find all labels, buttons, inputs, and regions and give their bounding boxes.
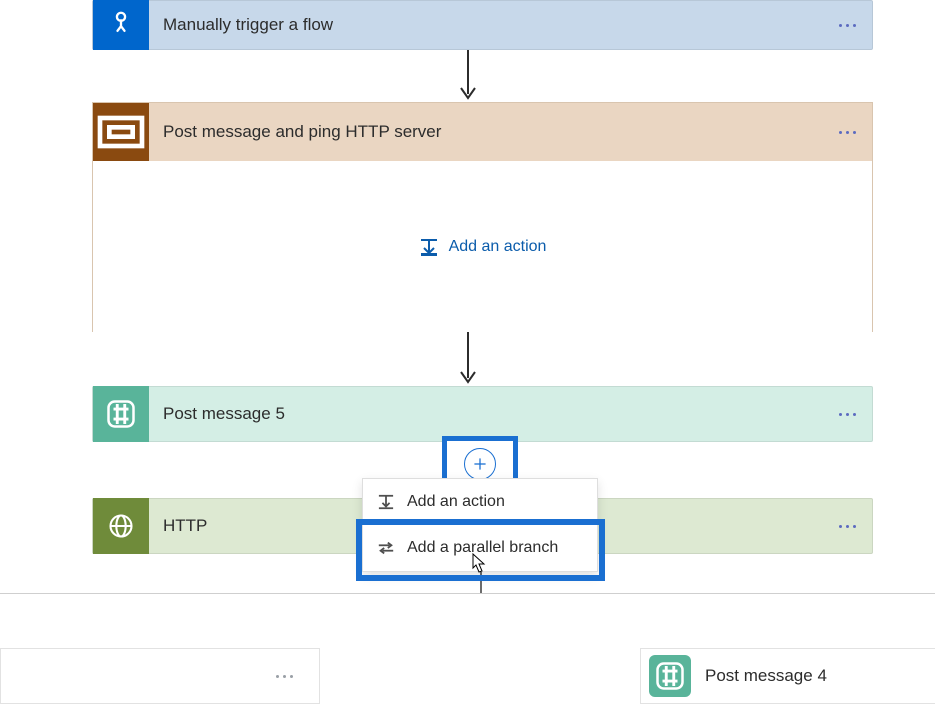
insert-icon xyxy=(377,494,395,510)
connector-arrow-icon xyxy=(453,50,483,102)
globe-icon xyxy=(93,498,149,554)
flow-canvas: Manually trigger a flow Post message and… xyxy=(0,0,935,693)
insert-icon xyxy=(419,238,439,256)
post-message-4-step[interactable]: Post message 4 xyxy=(640,648,935,704)
parallel-branch-icon xyxy=(377,540,395,556)
scope-title: Post message and ping HTTP server xyxy=(149,122,822,142)
touch-icon xyxy=(93,0,149,50)
connector-arrow-icon xyxy=(453,332,483,386)
menu-add-action-label: Add an action xyxy=(407,493,505,511)
add-action-label: Add an action xyxy=(449,238,547,256)
more-menu-button[interactable] xyxy=(822,24,872,27)
trigger-step[interactable]: Manually trigger a flow xyxy=(92,0,873,50)
post5-title: Post message 5 xyxy=(149,404,822,424)
post4-title: Post message 4 xyxy=(691,666,935,686)
section-divider xyxy=(0,593,935,594)
trigger-title: Manually trigger a flow xyxy=(149,15,822,35)
more-menu-button[interactable] xyxy=(822,413,872,416)
collapsed-step-left[interactable] xyxy=(0,648,320,704)
scope-icon xyxy=(93,103,149,161)
add-step-button[interactable] xyxy=(464,448,496,480)
more-menu-button[interactable] xyxy=(259,675,309,678)
hash-icon xyxy=(93,386,149,442)
cursor-icon xyxy=(470,552,488,576)
menu-add-action[interactable]: Add an action xyxy=(363,479,597,525)
add-action-button[interactable]: Add an action xyxy=(419,238,547,256)
more-menu-button[interactable] xyxy=(822,525,872,528)
more-menu-button[interactable] xyxy=(822,131,872,134)
scope-step[interactable]: Post message and ping HTTP server Add an… xyxy=(92,102,873,332)
scope-body: Add an action xyxy=(93,161,872,333)
hash-icon xyxy=(649,655,691,697)
post-message-5-step[interactable]: Post message 5 xyxy=(92,386,873,442)
